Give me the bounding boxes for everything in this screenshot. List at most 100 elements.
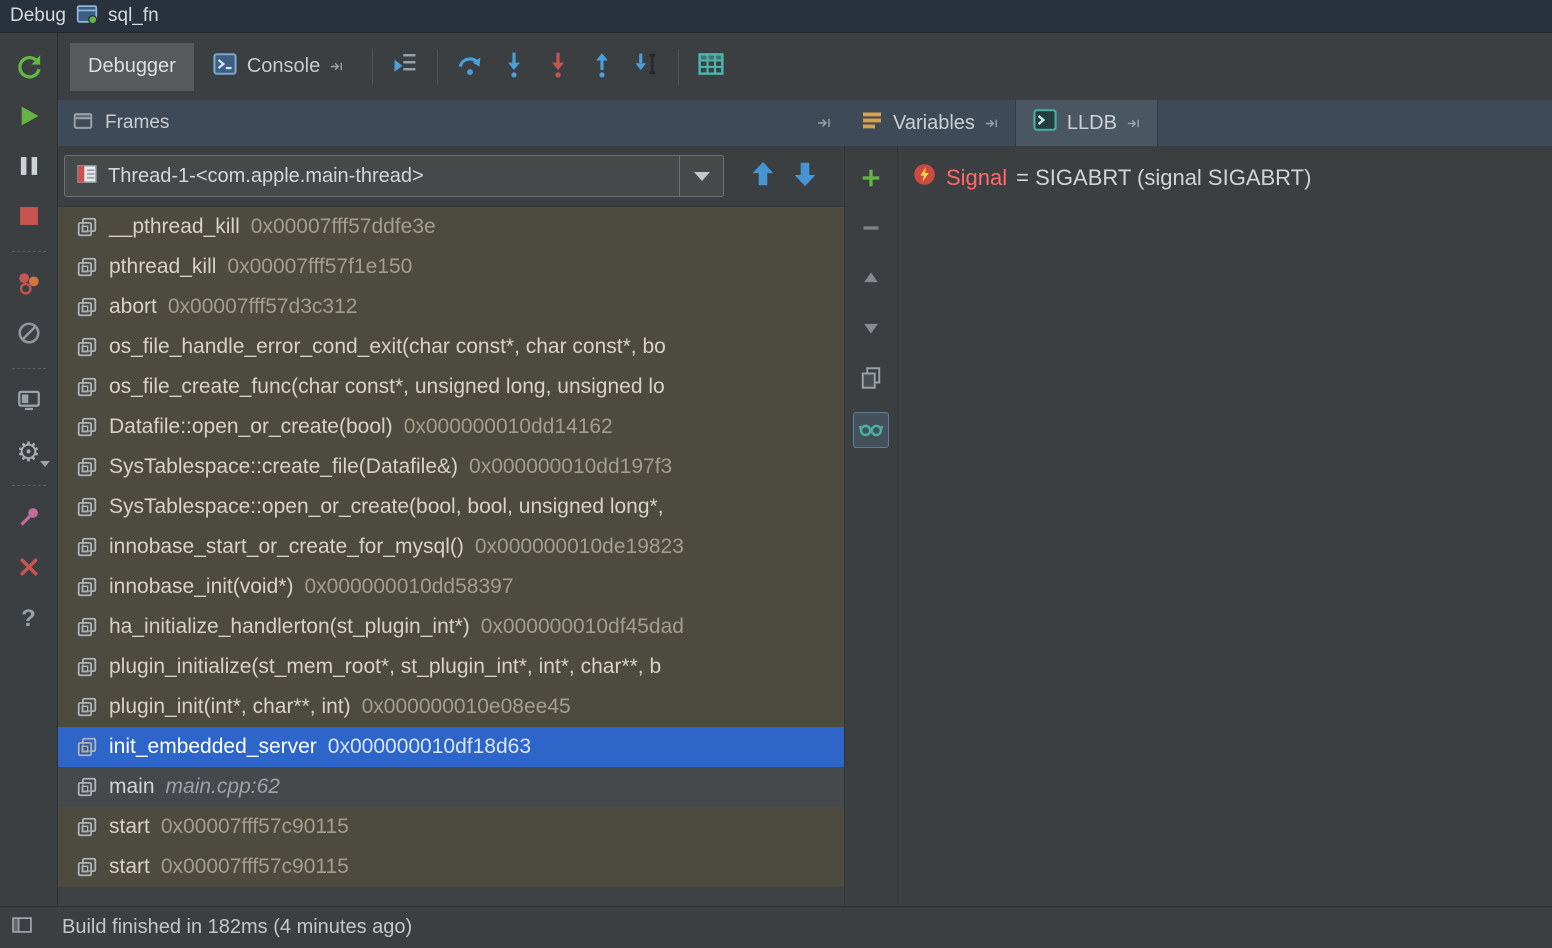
stack-frame-icon bbox=[76, 336, 98, 358]
step-over-icon bbox=[456, 50, 484, 83]
variable-value: = SIGABRT (signal SIGABRT) bbox=[1016, 164, 1312, 190]
header-filler bbox=[1158, 100, 1552, 146]
frame-row[interactable]: plugin_init(int*, char**, int) 0x0000000… bbox=[58, 687, 844, 727]
toolwindow-toggle-icon[interactable] bbox=[10, 914, 34, 942]
debug-session-icon bbox=[75, 4, 99, 29]
help-icon: ? bbox=[21, 605, 36, 632]
frame-row[interactable]: innobase_init(void*) 0x000000010dd58397 bbox=[58, 567, 844, 607]
step-into-button[interactable] bbox=[492, 45, 536, 89]
session-tab[interactable]: sql_fn bbox=[108, 5, 159, 27]
pause-icon bbox=[16, 153, 42, 184]
stop-button[interactable] bbox=[10, 199, 48, 237]
stack-frame-icon bbox=[76, 456, 98, 478]
stack-frame-icon bbox=[76, 576, 98, 598]
frame-row[interactable]: ha_initialize_handlerton(st_plugin_int*)… bbox=[58, 607, 844, 647]
stack-frame-icon bbox=[76, 816, 98, 838]
mute-breakpoints-icon bbox=[16, 320, 42, 351]
tab-variables[interactable]: Variables bbox=[844, 100, 1015, 146]
frame-row[interactable]: SysTablespace::open_or_create(bool, bool… bbox=[58, 487, 844, 527]
frame-detail: 0x00007fff57d3c312 bbox=[167, 295, 358, 318]
frame-name: SysTablespace::open_or_create(bool, bool… bbox=[109, 495, 664, 518]
stack-frame-icon bbox=[76, 216, 98, 238]
stack-frame-icon bbox=[76, 416, 98, 438]
move-watch-down-button[interactable] bbox=[853, 312, 889, 348]
frame-name: SysTablespace::create_file(Datafile&) bbox=[109, 455, 459, 478]
frame-detail: 0x000000010dd58397 bbox=[304, 575, 514, 598]
duplicate-watch-button[interactable] bbox=[853, 362, 889, 398]
frame-row[interactable]: __pthread_kill 0x00007fff57ddfe3e bbox=[58, 207, 844, 247]
close-button[interactable] bbox=[10, 550, 48, 588]
rerun-button[interactable] bbox=[10, 49, 48, 87]
frame-row[interactable]: plugin_initialize(st_mem_root*, st_plugi… bbox=[58, 647, 844, 687]
frame-name: os_file_create_func(char const*, unsigne… bbox=[109, 375, 665, 398]
pin-tab-button[interactable] bbox=[10, 500, 48, 538]
frame-name: init_embedded_server bbox=[109, 735, 317, 758]
frame-detail: 0x000000010df45dad bbox=[480, 615, 684, 638]
frame-row[interactable]: main main.cpp:62 bbox=[58, 767, 844, 807]
previous-frame-button[interactable] bbox=[742, 155, 784, 197]
frame-row[interactable]: start 0x00007fff57c90115 bbox=[58, 807, 844, 847]
frame-detail: 0x00007fff57ddfe3e bbox=[250, 215, 436, 238]
hide-tab-arrow-icon bbox=[329, 59, 344, 74]
resume-button[interactable] bbox=[10, 99, 48, 137]
settings-button[interactable]: ⚙ bbox=[10, 433, 50, 471]
run-to-cursor-button[interactable] bbox=[624, 45, 668, 89]
frame-name: plugin_initialize(st_mem_root*, st_plugi… bbox=[109, 655, 662, 678]
frame-row[interactable]: SysTablespace::create_file(Datafile&) 0x… bbox=[58, 447, 844, 487]
remove-watch-button[interactable] bbox=[853, 212, 889, 248]
toolbar-separator bbox=[11, 368, 46, 369]
frame-name: start bbox=[109, 855, 150, 878]
help-button[interactable]: ? bbox=[10, 600, 48, 638]
frame-row[interactable]: abort 0x00007fff57d3c312 bbox=[58, 287, 844, 327]
step-out-button[interactable] bbox=[580, 45, 624, 89]
signal-icon bbox=[912, 162, 937, 193]
frame-name: start bbox=[109, 815, 150, 838]
frames-icon bbox=[72, 110, 94, 137]
next-frame-button[interactable] bbox=[784, 155, 826, 197]
hide-panel-arrow-icon[interactable] bbox=[816, 115, 832, 131]
show-watches-button[interactable] bbox=[853, 412, 889, 448]
view-as-table-button[interactable] bbox=[689, 45, 733, 89]
toolbar-separator bbox=[678, 48, 680, 85]
frame-name: os_file_handle_error_cond_exit(char cons… bbox=[109, 335, 666, 358]
move-watch-up-button[interactable] bbox=[853, 262, 889, 298]
thread-icon bbox=[75, 162, 99, 191]
add-watch-button[interactable] bbox=[853, 162, 889, 198]
frame-row[interactable]: innobase_start_or_create_for_mysql() 0x0… bbox=[58, 527, 844, 567]
remove-watch-icon bbox=[859, 216, 883, 245]
show-execution-point-button[interactable] bbox=[383, 45, 427, 89]
frame-name: __pthread_kill bbox=[109, 215, 240, 238]
debug-left-toolbar: ⚙ ? bbox=[0, 33, 58, 906]
tab-lldb[interactable]: LLDB bbox=[1014, 100, 1158, 146]
step-over-button[interactable] bbox=[448, 45, 492, 89]
stack-frame-icon bbox=[76, 696, 98, 718]
thread-selector[interactable]: Thread-1-<com.apple.main-thread> bbox=[64, 155, 724, 197]
frame-row[interactable]: pthread_kill 0x00007fff57f1e150 bbox=[58, 247, 844, 287]
frame-row[interactable]: start 0x00007fff57c90115 bbox=[58, 847, 844, 887]
copy-icon bbox=[859, 366, 883, 395]
variables-icon bbox=[860, 108, 884, 138]
frame-detail: 0x000000010dd14162 bbox=[403, 415, 613, 438]
pause-button[interactable] bbox=[10, 149, 48, 187]
frame-detail: 0x000000010dd197f3 bbox=[469, 455, 673, 478]
run-to-cursor-icon bbox=[632, 50, 660, 83]
tab-debugger[interactable]: Debugger bbox=[70, 42, 194, 91]
frame-detail: 0x00007fff57c90115 bbox=[160, 855, 349, 878]
frame-row[interactable]: Datafile::open_or_create(bool) 0x0000000… bbox=[58, 407, 844, 447]
thread-dropdown-button[interactable] bbox=[679, 156, 723, 196]
restore-layout-button[interactable] bbox=[10, 383, 48, 421]
tab-console[interactable]: Console bbox=[194, 43, 362, 91]
toolbar-separator bbox=[11, 251, 46, 252]
stack-frame-icon bbox=[76, 616, 98, 638]
frame-row[interactable]: init_embedded_server 0x000000010df18d63 bbox=[58, 727, 844, 767]
variable-row[interactable]: Signal = SIGABRT (signal SIGABRT) bbox=[912, 162, 1552, 193]
watches-glasses-icon bbox=[858, 415, 884, 446]
frame-row[interactable]: os_file_create_func(char const*, unsigne… bbox=[58, 367, 844, 407]
frame-row[interactable]: os_file_handle_error_cond_exit(char cons… bbox=[58, 327, 844, 367]
toolbar-separator bbox=[437, 48, 439, 85]
view-breakpoints-button[interactable] bbox=[10, 266, 48, 304]
force-step-into-button[interactable] bbox=[536, 45, 580, 89]
variables-panel: Signal = SIGABRT (signal SIGABRT) bbox=[898, 146, 1552, 906]
mute-breakpoints-button[interactable] bbox=[10, 316, 48, 354]
pin-icon bbox=[16, 504, 42, 535]
